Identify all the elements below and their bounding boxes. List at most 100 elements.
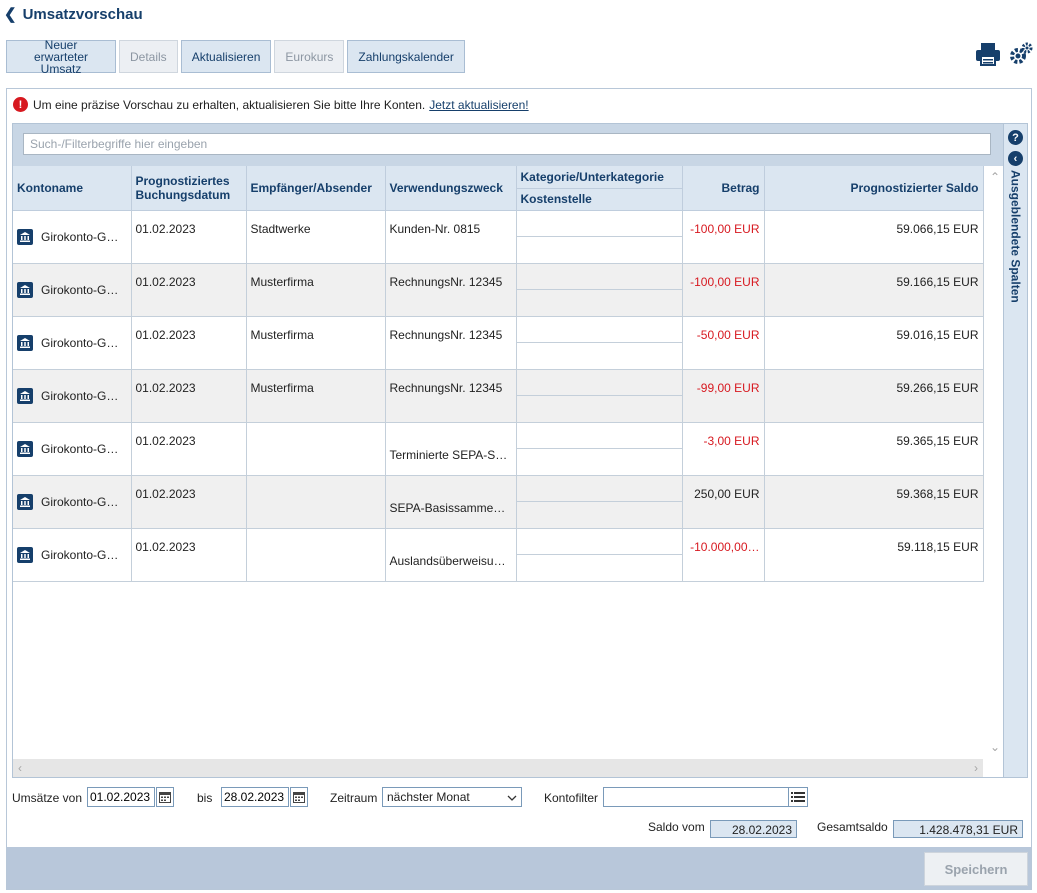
date-cell: 01.02.2023 [131,316,247,370]
column-header-date[interactable]: Prognostiziertes Buchungsdatum [131,166,247,211]
column-header-party[interactable]: Empfänger/Absender [246,166,386,211]
eurokurs-button[interactable]: Eurokurs [274,40,345,73]
column-header-category[interactable]: Kategorie/Unterkategorie [516,166,683,189]
back-link[interactable]: ❮ Umsatzvorschau [4,4,143,24]
chevron-left-circle-icon[interactable]: ‹ [1008,151,1023,166]
table-row[interactable]: Girokonto-G… 01.02.2023 Musterfirma Rech… [13,369,984,423]
vertical-scrollbar[interactable]: ⌃ ⌄ [987,166,1003,756]
category-cell[interactable] [516,210,683,264]
balance-cell: 59.118,15 EUR [764,528,984,582]
refresh-button[interactable]: Aktualisieren [180,40,272,73]
amount-cell: -100,00 EUR [682,263,765,317]
balance-cell: 59.368,15 EUR [764,475,984,529]
chevron-right-icon[interactable]: › [974,761,978,775]
update-notice: ! Um eine präzise Vorschau zu erhalten, … [13,97,529,112]
purpose-cell: RechnungsNr. 12345 [385,369,517,423]
account-filter-input[interactable] [603,787,789,807]
hidden-columns-strip: ? ‹ Ausgeblendete Spalten [1003,124,1027,777]
help-icon[interactable]: ? [1008,130,1023,145]
chevron-left-icon[interactable]: ‹ [18,761,22,775]
amount-cell: -3,00 EUR [682,422,765,476]
settings-gears-icon[interactable] [1009,42,1033,69]
table-row[interactable]: Girokonto-G… 01.02.2023 Musterfirma Rech… [13,263,984,317]
column-header-cost-center[interactable]: Kostenstelle [516,188,683,211]
footer-bar: Speichern [7,847,1031,889]
table-row[interactable]: Girokonto-G… 01.02.2023 Musterfirma Rech… [13,316,984,370]
calendar-icon[interactable] [156,787,174,807]
party-cell: Musterfirma [246,263,386,317]
calendar-icon[interactable] [290,787,308,807]
bank-icon [17,493,33,510]
payment-calendar-button[interactable]: Zahlungskalender [347,40,465,73]
bank-icon [17,546,33,563]
purpose-cell: Terminierte SEPA-S… [385,422,517,476]
party-cell [246,475,386,529]
account-name: Girokonto-G… [41,282,119,297]
update-now-link[interactable]: Jetzt aktualisieren! [429,98,528,112]
column-header-account[interactable]: Kontoname [13,166,132,211]
category-cell[interactable] [516,475,683,529]
bank-icon [17,387,33,404]
purpose-cell: Kunden-Nr. 0815 [385,210,517,264]
chevron-down-icon [507,790,517,804]
bank-icon [17,440,33,457]
table-area: Kontoname Prognostiziertes Buchungsdatum… [13,166,1003,777]
account-name: Girokonto-G… [41,441,119,456]
party-cell: Stadtwerke [246,210,386,264]
error-icon: ! [13,97,28,112]
date-cell: 01.02.2023 [131,475,247,529]
saldo-date: 28.02.2023 [710,820,797,838]
printer-icon[interactable] [975,42,1001,69]
table-row[interactable]: Girokonto-G… 01.02.2023 Auslandsüberweis… [13,528,984,582]
bank-icon [17,228,33,245]
transactions-table: Kontoname Prognostiziertes Buchungsdatum… [13,166,984,582]
total-balance-label: Gesamtsaldo [817,820,888,834]
chevron-up-icon[interactable]: ⌃ [990,170,1000,184]
balance-cell: 59.066,15 EUR [764,210,984,264]
purpose-cell: RechnungsNr. 12345 [385,263,517,317]
balance-cell: 59.016,15 EUR [764,316,984,370]
from-date-input[interactable] [87,787,155,807]
horizontal-scrollbar[interactable]: ‹ › [13,759,983,777]
table-row[interactable]: Girokonto-G… 01.02.2023 Stadtwerke Kunde… [13,210,984,264]
table-row[interactable]: Girokonto-G… 01.02.2023 SEPA-Basissamme…… [13,475,984,529]
hidden-columns-label[interactable]: Ausgeblendete Spalten [1009,170,1023,303]
date-cell: 01.02.2023 [131,422,247,476]
category-cell[interactable] [516,316,683,370]
new-expected-transaction-button[interactable]: Neuer erwarteter Umsatz [6,39,116,75]
balance-cell: 59.266,15 EUR [764,369,984,423]
list-icon[interactable] [788,787,808,807]
chevron-down-icon[interactable]: ⌄ [990,740,1000,754]
bank-icon [17,281,33,298]
category-cell[interactable] [516,528,683,582]
category-cell[interactable] [516,263,683,317]
account-name: Girokonto-G… [41,229,119,244]
date-cell: 01.02.2023 [131,263,247,317]
page-title: Umsatzvorschau [22,5,143,23]
filter-bar: Umsätze von bis Zeitraum nächster Monat … [12,787,1026,809]
save-button[interactable]: Speichern [924,852,1028,886]
party-cell: Musterfirma [246,316,386,370]
date-cell: 01.02.2023 [131,528,247,582]
to-date-input[interactable] [221,787,289,807]
column-header-purpose[interactable]: Verwendungszweck [385,166,517,211]
category-cell[interactable] [516,422,683,476]
category-cell[interactable] [516,369,683,423]
toolbar-tools [975,42,1033,69]
toolbar: Neuer erwarteter Umsatz Details Aktualis… [6,39,465,75]
period-select[interactable]: nächster Monat [382,787,522,807]
party-cell: Musterfirma [246,369,386,423]
table-row[interactable]: Girokonto-G… 01.02.2023 Terminierte SEPA… [13,422,984,476]
purpose-cell: Auslandsüberweisu… [385,528,517,582]
column-header-balance[interactable]: Prognostizierter Saldo [764,166,984,211]
search-input[interactable] [23,133,991,155]
account-name: Girokonto-G… [41,547,119,562]
purpose-cell: SEPA-Basissamme… [385,475,517,529]
balance-cell: 59.365,15 EUR [764,422,984,476]
column-header-amount[interactable]: Betrag [682,166,765,211]
account-filter-label: Kontofilter [544,791,599,805]
to-label: bis [197,791,213,805]
details-button[interactable]: Details [119,40,178,73]
party-cell [246,528,386,582]
from-label: Umsätze von [12,791,83,805]
